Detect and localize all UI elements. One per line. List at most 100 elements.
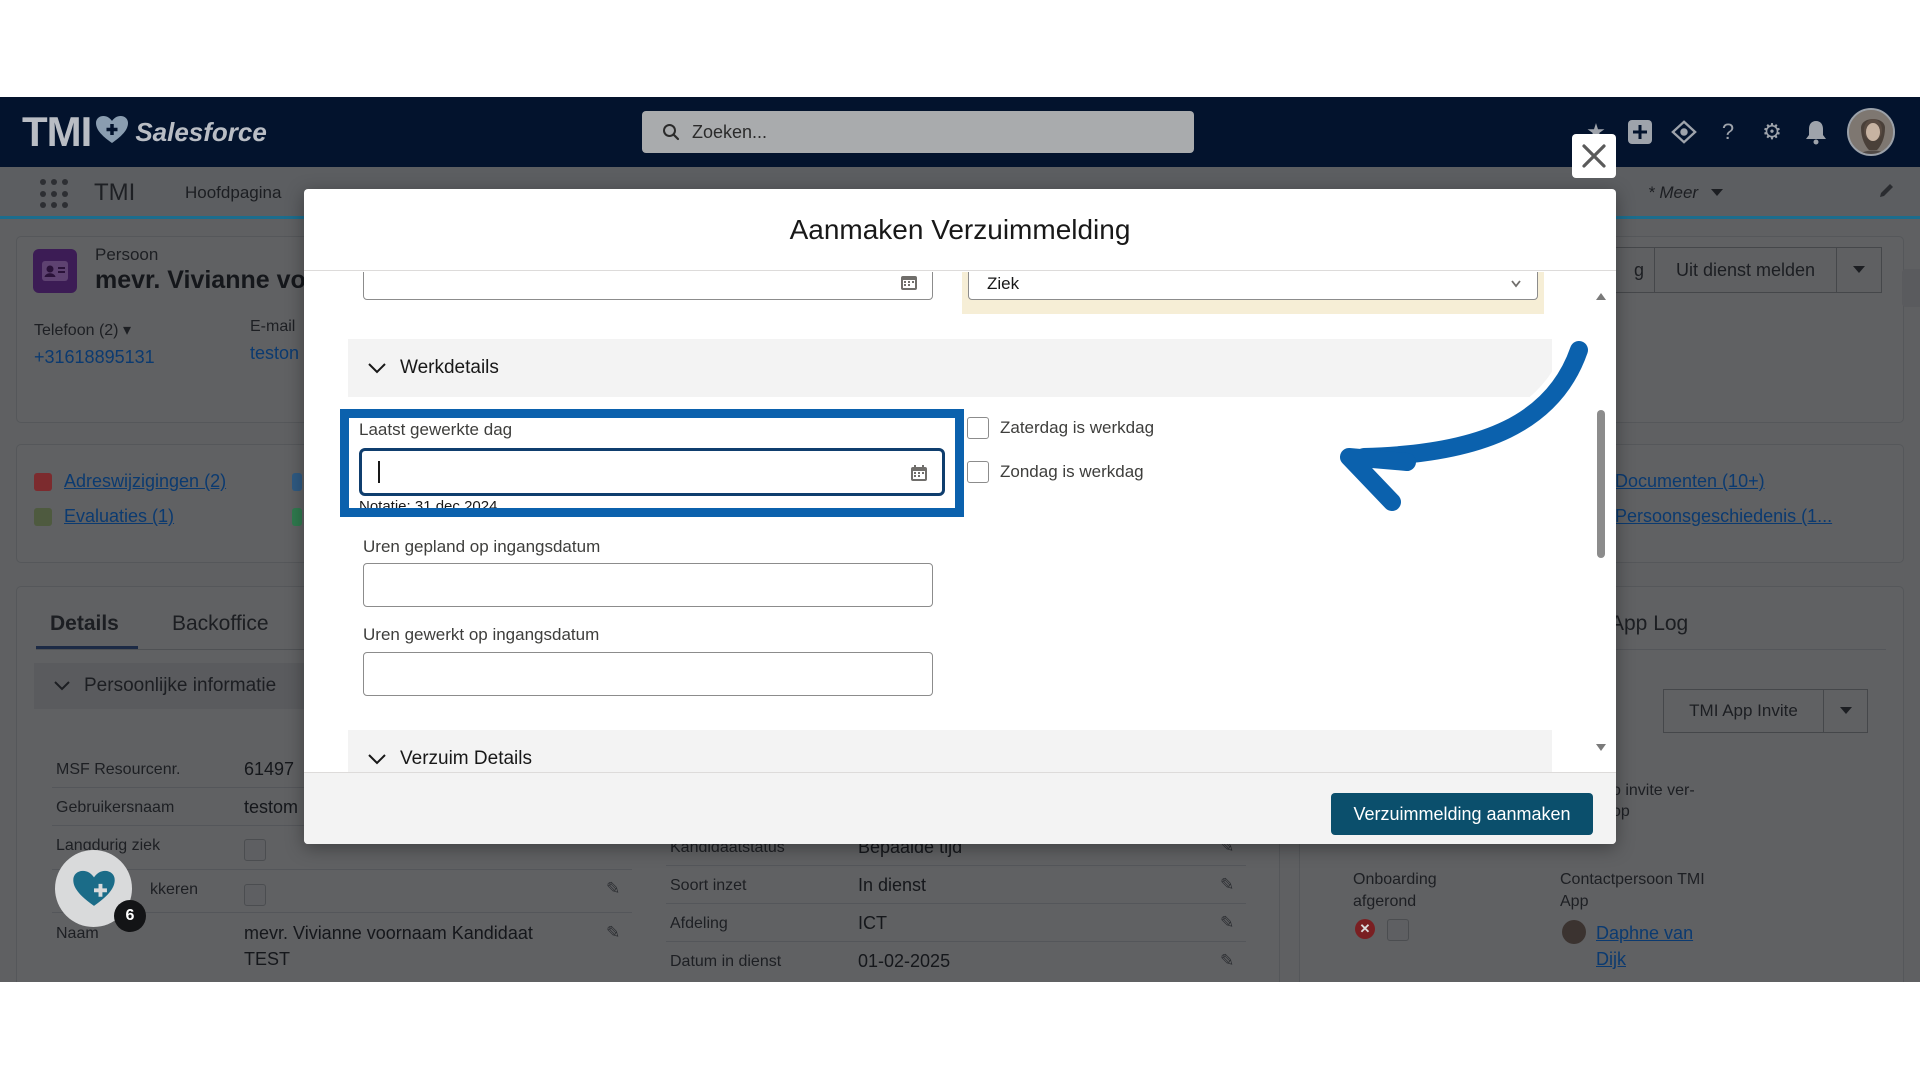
field-value-msf: 61497 [244,759,295,779]
field-value-gebruikersnaam: testom [244,797,299,817]
field-label-kkeren: kkeren [150,881,199,898]
link-adreswijzigingen[interactable]: Adreswijzigingen (2) [64,471,226,492]
heart-icon [95,115,129,150]
edit-pencil-icon[interactable]: ✎ [1220,875,1234,895]
user-avatar[interactable] [1847,108,1895,156]
notification-count-badge: 6 [114,900,146,932]
side-panel-toggle[interactable] [1902,269,1920,307]
scrollbar-thumb[interactable] [1597,410,1605,558]
more-actions-dropdown[interactable] [1836,247,1882,293]
edit-pencil-icon[interactable]: ✎ [1220,913,1234,933]
gear-icon[interactable]: ⚙ [1759,119,1785,145]
edit-pencil-icon[interactable]: ✎ [606,879,620,899]
edit-nav-pencil-icon[interactable] [1878,181,1896,204]
verzuim-type-value: Ziek [987,274,1020,293]
screen: TMI Salesforce Zoeken... ★ ? ⚙ TMI Hoofd… [0,97,1920,982]
field-divider [52,869,632,870]
tmi-app-invite-button[interactable]: TMI App Invite [1663,689,1868,733]
onboarding-label-line2: afgerond [1353,893,1417,910]
chevron-down-icon [54,681,70,691]
scroll-up-icon[interactable] [1596,292,1606,300]
app-launcher-icon[interactable] [40,179,70,209]
link-persoonsgeschiedenis[interactable]: Persoonsgeschiedenis (1... [1615,506,1832,527]
chevron-down-icon [1710,183,1724,203]
help-icon[interactable]: ? [1715,119,1741,145]
section-verzuim-details[interactable]: Verzuim Details [348,730,1552,772]
nav-more-label: * Meer [1648,183,1699,202]
modal-body: Ziek Werkdetails Laatst gewerkte dag Zat… [304,272,1616,772]
nav-item-hoofdpagina[interactable]: Hoofdpagina [185,183,281,203]
uren-gepland-input[interactable] [363,563,933,607]
tutorial-arrow-overlay [1334,335,1594,517]
tab-backoffice[interactable]: Backoffice [172,612,269,636]
logo-salesforce-text: Salesforce [135,116,267,147]
tmi-salesforce-logo[interactable]: TMI Salesforce [22,108,267,155]
chevron-down-icon [368,753,386,764]
link-documenten[interactable]: Documenten (10+) [1615,471,1765,492]
verzuimmelding-aanmaken-button[interactable]: Verzuimmelding aanmaken [1331,793,1593,835]
verzuim-type-select[interactable]: Ziek [968,272,1538,300]
field-value-datum-in-dienst: 01-02-2025 [858,951,951,971]
text-caret [378,461,380,483]
uren-gepland-label: Uren gepland op ingangsdatum [363,537,601,556]
tab-details[interactable]: Details [50,612,119,636]
verzuimmelding-modal: Aanmaken Verzuimmelding Ziek Werkdetails [304,189,1616,844]
kkeren-checkbox [244,884,266,906]
record-type: Persoon [95,245,159,264]
edit-pencil-icon[interactable]: ✎ [606,923,620,943]
contact-link-line1[interactable]: Daphne van [1596,923,1693,944]
email-value[interactable]: teston [250,343,299,364]
add-icon[interactable] [1627,119,1653,145]
search-placeholder: Zoeken... [692,121,768,142]
laatst-gewerkte-dag-input[interactable] [359,448,945,496]
email-label: E-mail [250,318,296,335]
contact-label-line2: App [1560,893,1589,910]
contact-avatar [1562,920,1586,944]
phone-label[interactable]: Telefoon (2) ▾ [34,320,131,340]
scroll-down-icon[interactable] [1596,744,1606,752]
field-value-afdeling: ICT [858,913,887,933]
section-werkdetails-title: Werkdetails [400,357,499,378]
onboarding-checkbox [1387,919,1409,941]
nav-more-menu[interactable]: * Meer [1648,183,1724,203]
field-value-naam-line2: TEST [244,949,291,969]
header-utilities: ★ ? ⚙ [1583,107,1895,157]
field-divider [666,941,1246,942]
field-label-gebruikersnaam: Gebruikersnaam [56,799,175,816]
close-icon [1582,144,1606,168]
evaluaties-icon [34,508,52,526]
section-title: Persoonlijke informatie [84,675,277,696]
adreswijzigingen-icon [34,473,52,491]
field-label-afdeling: Afdeling [670,915,728,932]
edit-pencil-icon[interactable]: ✎ [1220,951,1234,971]
person-record-icon [33,249,77,293]
link-evaluaties[interactable]: Evaluaties (1) [64,506,174,527]
previous-date-input[interactable] [363,272,933,300]
app-log-title: App Log [1610,612,1689,635]
global-search-input[interactable]: Zoeken... [642,111,1194,153]
chevron-down-icon [1511,273,1521,293]
invite-note-line1: o invite ver- [1612,782,1695,799]
modal-scrollbar[interactable] [1594,272,1608,772]
phone-value[interactable]: +31618895131 [34,347,155,368]
chevron-down-icon[interactable] [1823,690,1867,732]
contact-label: Contactpersoon TMI [1560,871,1705,888]
field-label-datum-in-dienst: Datum in dienst [670,953,782,970]
uren-gewerkt-input[interactable] [363,652,933,696]
uit-dienst-melden-button[interactable]: Uit dienst melden [1654,247,1837,293]
uren-gewerkt-label: Uren gewerkt op ingangsdatum [363,625,600,644]
bell-icon[interactable] [1803,119,1829,145]
app-name: TMI [94,179,136,206]
contact-link-line2[interactable]: Dijk [1596,949,1626,970]
logo-tmi-text: TMI [22,108,92,155]
field-value-soort-inzet: In dienst [858,875,927,895]
field-divider [666,903,1246,904]
calendar-icon[interactable] [910,464,928,487]
laatst-gewerkte-dag-label: Laatst gewerkte dag [359,420,513,439]
onboarding-label: Onboarding [1353,871,1437,888]
langdurig-ziek-checkbox [244,839,266,861]
trailhead-icon[interactable] [1671,119,1697,145]
field-label-msf: MSF Resourcenr. [56,761,181,778]
error-x-icon: ✕ [1355,919,1375,939]
modal-close-button[interactable] [1572,134,1616,178]
